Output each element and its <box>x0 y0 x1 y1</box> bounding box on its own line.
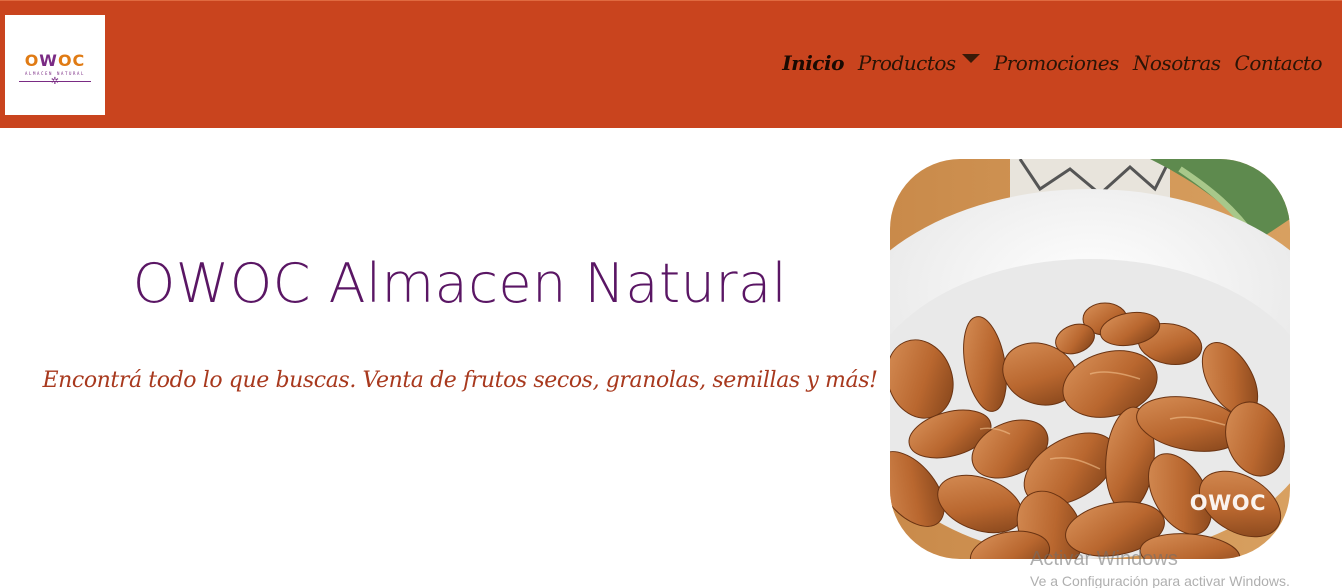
navbar: OWOC ALMACEN NATURAL ✲ Inicio Productos … <box>0 0 1342 128</box>
nav-promociones[interactable]: Promociones <box>994 51 1120 75</box>
windows-activation-title: Activar Windows <box>1030 548 1178 570</box>
nav-nosotras[interactable]: Nosotras <box>1133 51 1221 75</box>
logo[interactable]: OWOC ALMACEN NATURAL ✲ <box>5 15 105 115</box>
page: OWOC ALMACEN NATURAL ✲ Inicio Productos … <box>0 0 1342 588</box>
nav-productos[interactable]: Productos <box>858 51 980 75</box>
hero-subtitle: Encontrá todo lo que buscas. Venta de fr… <box>42 368 878 393</box>
hero-title: OWOC Almacen Natural <box>132 252 788 315</box>
image-brand-watermark: OWOC <box>1189 491 1266 515</box>
flower-icon: ✲ <box>50 76 60 87</box>
logo-wordmark: OWOC <box>24 51 86 70</box>
hero-image-almonds: OWOC <box>890 159 1290 559</box>
main-nav: Inicio Productos Promociones Nosotras Co… <box>782 51 1322 75</box>
nav-productos-label: Productos <box>857 51 956 75</box>
nav-contacto[interactable]: Contacto <box>1235 51 1323 75</box>
nav-inicio[interactable]: Inicio <box>782 51 844 75</box>
caret-down-icon <box>961 53 980 63</box>
windows-activation-subtitle: Ve a Configuración para activar Windows. <box>1030 573 1290 588</box>
